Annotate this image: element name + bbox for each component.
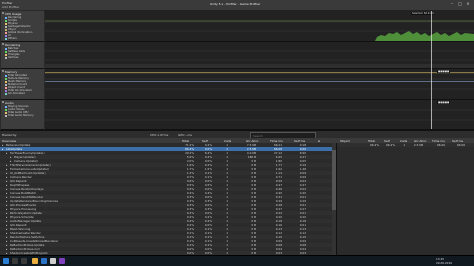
audio-graph-svg <box>45 109 474 121</box>
maximize-icon[interactable]: □ <box>456 1 464 7</box>
unity-icon[interactable] <box>50 258 56 264</box>
legend-swatch <box>5 83 7 86</box>
legend-label: Global Illumination <box>8 31 33 34</box>
legend-swatch <box>5 19 7 22</box>
rendering-icon <box>2 43 4 45</box>
legend-item[interactable]: GC Allocated <box>5 92 44 95</box>
view-mode-dropdown[interactable]: Hierarchy <box>2 133 17 137</box>
legend-swatch <box>5 37 7 40</box>
lane-rendering[interactable]: Rendering Batches SetPass Calls Triangles V… <box>1 42 44 69</box>
legend-swatch <box>5 89 7 92</box>
lane-audio[interactable]: Audio Playing Sources Audio Voices Total A… <box>1 100 44 130</box>
minimize-icon[interactable]: – <box>448 1 456 7</box>
edge-icon[interactable] <box>41 258 47 264</box>
legend-swatch <box>5 53 7 56</box>
visual-studio-icon[interactable] <box>59 258 65 264</box>
windows-taskbar: 13:45 29.06.2016 <box>0 255 474 266</box>
object-calls: 1 <box>403 143 405 147</box>
cpu-icon <box>2 12 4 14</box>
legend-swatch <box>5 34 7 37</box>
window-title: Unity 5.x - Profiler - Game Profiler <box>209 2 261 6</box>
frame-cursor[interactable] <box>431 11 432 129</box>
object-gc: 2.5 KB <box>413 143 423 147</box>
object-details-pane: 66.2% 66.2% 1 2.5 KB 66.06 66.06 <box>336 143 474 255</box>
legend-swatch <box>5 114 7 117</box>
profiler-toolbar: Profiler Add Profiler Unity 5.x - Profil… <box>0 0 474 11</box>
legend-swatch <box>5 77 7 80</box>
memory-icon <box>2 70 4 72</box>
cpu-tab[interactable]: CPU:1.97ms <box>150 133 168 137</box>
audio-icon <box>2 101 4 103</box>
legend-swatch <box>5 50 7 53</box>
legend-swatch <box>5 74 7 77</box>
lane-memory[interactable]: Memory Total Allocated Texture Memory Mesh… <box>1 69 44 100</box>
legend-swatch <box>5 22 7 25</box>
legend-swatch <box>5 86 7 89</box>
gpu-tab[interactable]: GPU:--ms <box>178 133 192 137</box>
legend-item[interactable]: Others <box>5 37 44 40</box>
legend-item[interactable]: Total Audio Memory <box>5 114 44 117</box>
object-self: 66.2% <box>386 143 395 147</box>
start-icon[interactable] <box>3 258 9 264</box>
task-view-icon[interactable] <box>21 258 27 264</box>
audio-graph[interactable]: ■■■■■ <box>45 100 474 130</box>
legend-item[interactable]: Vertices <box>5 56 44 59</box>
hierarchy-rows: ▸ BehaviourUpdate 71.2% 0.2% 1 7.5 KB 66.21 0.1… <box>0 143 336 255</box>
legend-swatch <box>5 80 7 83</box>
object-time: 66.06 <box>436 143 445 147</box>
lane-cpu[interactable]: CPU Usage Rendering Scripts Physics Garbage… <box>1 11 44 42</box>
legend-label: Others <box>8 37 17 40</box>
memory-readout: ■■■■■ <box>437 70 451 73</box>
close-icon[interactable]: × <box>464 1 472 7</box>
audio-readout: ■■■■■ <box>437 101 451 104</box>
clock-date[interactable]: 29.06.2016 <box>436 261 452 265</box>
legend-label: GC Allocated <box>8 92 25 95</box>
legend-swatch <box>5 31 7 34</box>
search-icon[interactable] <box>12 258 18 264</box>
legend-swatch <box>5 56 7 59</box>
legend-swatch <box>5 108 7 111</box>
object-total: 66.2% <box>370 143 379 147</box>
legend-swatch <box>5 92 7 95</box>
add-profiler-dropdown[interactable]: Add Profiler <box>2 5 19 9</box>
cpu-graph[interactable]: Selected: 66.21ms <box>45 11 474 42</box>
legend-swatch <box>5 25 7 28</box>
file-explorer-icon[interactable] <box>32 258 38 264</box>
legend-swatch <box>5 16 7 19</box>
legend-swatch <box>5 105 7 108</box>
rendering-graph[interactable] <box>45 42 474 69</box>
memory-graph[interactable]: ■■■■■ <box>45 69 474 100</box>
memory-graph-svg <box>45 72 474 90</box>
legend-label: Total Audio Memory <box>8 114 34 117</box>
object-row[interactable]: 66.2% 66.2% 1 2.5 KB 66.06 66.06 <box>337 143 474 147</box>
cpu-graph-svg <box>45 20 474 41</box>
legend-swatch <box>5 47 7 50</box>
legend-swatch <box>5 111 7 114</box>
legend-swatch <box>5 28 7 31</box>
legend-label: Vertices <box>8 56 19 59</box>
object-self-ms: 66.06 <box>456 143 465 147</box>
rendering-graph-svg <box>45 50 474 68</box>
